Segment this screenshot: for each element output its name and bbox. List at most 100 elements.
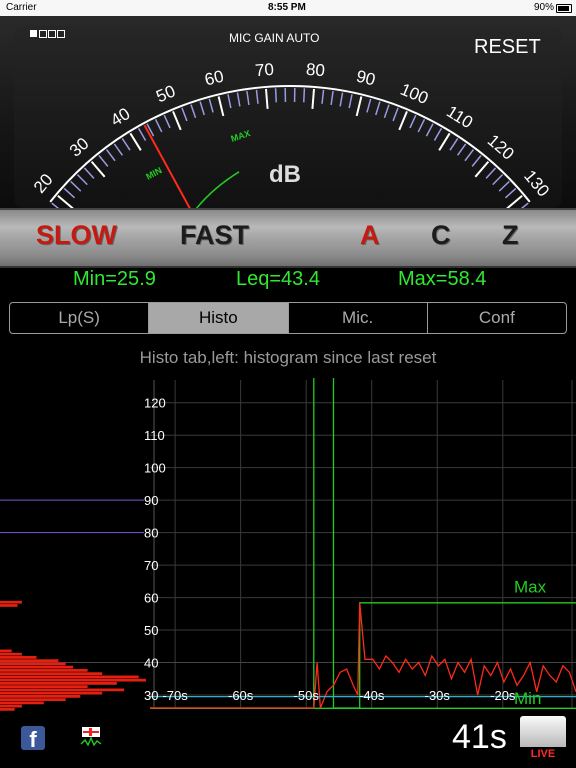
gauge-tick <box>348 94 353 109</box>
min-max-arc <box>195 171 240 208</box>
histogram-bar <box>0 698 66 702</box>
histogram-bar <box>0 649 12 653</box>
gauge-tick <box>76 174 88 186</box>
gauge-tick <box>70 180 82 192</box>
y-tick-label: 120 <box>144 396 166 411</box>
gauge-tick <box>492 174 504 186</box>
gauge-tick <box>98 155 109 167</box>
fast-button[interactable]: FAST <box>180 220 249 251</box>
gauge-tick <box>321 89 325 104</box>
tab-conf[interactable]: Conf <box>428 303 566 333</box>
gauge-tick <box>274 88 278 103</box>
histogram-bar <box>0 691 103 695</box>
gauge-tick <box>449 138 459 151</box>
x-tick-label: -50s <box>294 688 320 703</box>
gauge-tick <box>105 149 116 162</box>
gauge-tick <box>417 119 426 133</box>
gauge-tick <box>366 98 372 113</box>
gauge-tick <box>57 194 74 208</box>
gauge-tick <box>302 88 306 103</box>
y-tick-label: 100 <box>144 461 166 476</box>
histogram-bar <box>0 665 73 669</box>
gauge-tick <box>464 149 475 162</box>
gauge-scale-label: 50 <box>153 81 178 106</box>
series-line-0 <box>150 378 576 709</box>
gauge-tick <box>113 143 124 156</box>
y-tick-label: 40 <box>144 656 158 671</box>
histogram-bar <box>0 600 22 604</box>
gauge-tick <box>90 160 106 178</box>
gauge-needle <box>143 124 191 208</box>
gauge-tick <box>190 104 197 119</box>
gauge-scale-label: 80 <box>305 60 325 80</box>
y-tick-label: 70 <box>144 558 158 573</box>
gauge-tick <box>398 111 408 131</box>
histogram-bar <box>0 708 15 711</box>
gauge-tick <box>456 143 467 156</box>
gauge-scale-label: 30 <box>66 134 93 161</box>
max-label: Max <box>514 578 547 597</box>
y-tick-label: 60 <box>144 591 158 606</box>
gauge-tick <box>330 90 334 106</box>
weighting-bar: SLOW FAST A C Z <box>0 208 576 268</box>
y-tick-label: 50 <box>144 623 158 638</box>
min-marker-label: MIN <box>144 165 163 182</box>
gauge-tick <box>433 128 443 141</box>
y-tick-label: 80 <box>144 526 158 541</box>
facebook-icon[interactable]: f <box>21 726 45 750</box>
gauge-tick <box>506 194 523 208</box>
gauge-tick <box>172 111 182 131</box>
x-tick-label: -60s <box>228 688 254 703</box>
histogram-bar <box>0 701 44 705</box>
tab-lps[interactable]: Lp(S) <box>10 303 150 333</box>
c-weighting-button[interactable]: C <box>431 220 451 251</box>
tab-histo[interactable]: Histo <box>149 303 289 333</box>
db-unit-label: dB <box>269 161 301 188</box>
live-label: LIVE <box>520 747 566 762</box>
histogram-bar <box>0 669 88 672</box>
hint-text: Histo tab,left: histogram since last res… <box>139 348 437 367</box>
gauge-tick <box>504 187 517 199</box>
tab-mic[interactable]: Mic. <box>289 303 428 333</box>
a-weighting-button[interactable]: A <box>360 220 380 251</box>
gauge-tick <box>474 160 490 178</box>
live-button[interactable]: LIVE <box>520 716 566 762</box>
gauge-tick <box>83 167 95 179</box>
elapsed-timer: 41s <box>452 718 507 756</box>
histogram-bar <box>0 652 22 656</box>
gauge-scale-label: 110 <box>443 102 476 132</box>
histogram-bar <box>0 682 117 685</box>
slow-button[interactable]: SLOW <box>36 220 117 251</box>
gauge-tick <box>375 101 381 116</box>
gauge-tick <box>485 167 497 179</box>
max-marker-label: MAX <box>230 128 252 144</box>
histogram-bar <box>0 685 88 689</box>
z-weighting-button[interactable]: Z <box>502 220 519 251</box>
gauge-scale-label: 90 <box>354 67 377 90</box>
y-tick-label: 30 <box>144 688 158 703</box>
gauge-tick <box>217 96 225 117</box>
leq-stat: Leq=43.4 <box>236 268 320 290</box>
histogram-bar <box>0 704 22 708</box>
gauge-tick <box>137 128 147 141</box>
max-stat: Max=58.4 <box>398 268 487 290</box>
gauge-tick <box>199 101 205 116</box>
histogram-bar <box>0 675 139 679</box>
app-logo-icon[interactable] <box>80 726 102 750</box>
gauge-tick <box>154 119 163 133</box>
gauge-tick <box>265 88 269 109</box>
gauge-tick <box>255 89 259 104</box>
histogram-bar <box>0 662 66 666</box>
gauge-tick <box>227 94 232 109</box>
gauge-tick <box>339 92 344 107</box>
histogram-chart: 30 40 50 60 70 80 90 100 110 120 -70s -60s -50s -40s -… <box>0 378 576 711</box>
gauge-scale-label: 40 <box>107 104 133 130</box>
histogram-bar <box>0 604 18 607</box>
histogram-bar <box>0 688 125 692</box>
histogram-bar <box>0 695 81 698</box>
histogram-bar <box>0 656 37 659</box>
y-tick-label: 90 <box>144 493 158 508</box>
gauge-scale-label: 100 <box>398 80 432 108</box>
gauge-tick <box>425 123 434 137</box>
x-tick-label: -30s <box>425 688 451 703</box>
